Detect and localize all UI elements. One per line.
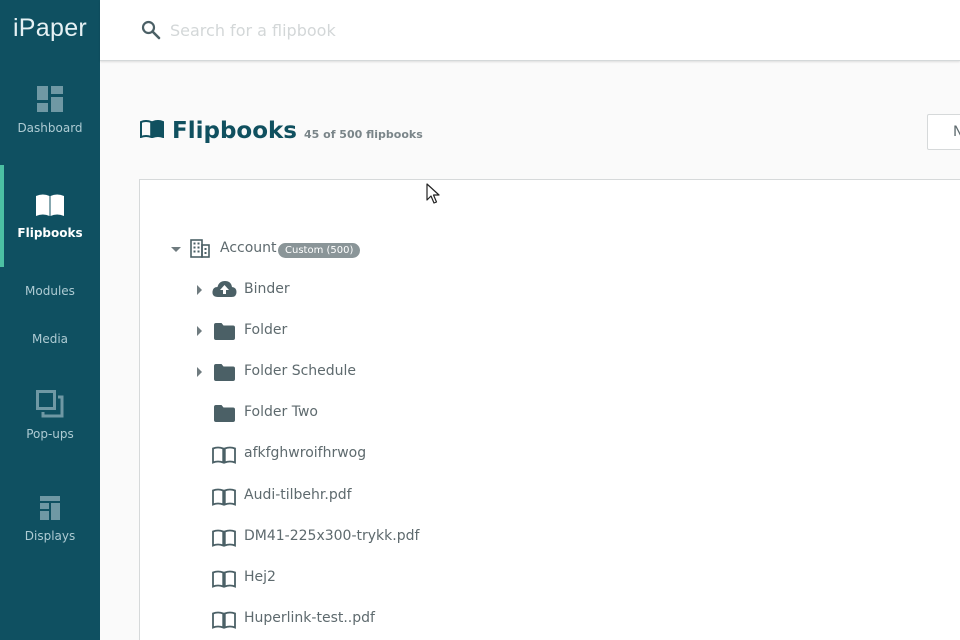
cloud-upload-icon bbox=[212, 280, 237, 302]
tree-item-folder-schedule[interactable]: Folder Schedule bbox=[195, 357, 495, 387]
tree-item-folder[interactable]: Folder bbox=[195, 316, 495, 346]
popups-icon bbox=[36, 390, 64, 421]
tree-item-label: Folder Two bbox=[244, 404, 318, 420]
tree-item-label: Folder Schedule bbox=[244, 363, 357, 379]
book-icon bbox=[212, 570, 236, 592]
sidebar-item-label: Pop-ups bbox=[26, 427, 74, 441]
sidebar-item-label: Dashboard bbox=[17, 121, 83, 135]
sidebar-item-flipbooks[interactable]: Flipbooks bbox=[0, 193, 100, 240]
tree-item-flipbook[interactable]: Audi-tilbehr.pdf bbox=[195, 481, 595, 511]
tree-item-folder-two[interactable]: Folder Two bbox=[195, 398, 495, 428]
book-icon bbox=[140, 120, 164, 142]
dashboard-icon bbox=[37, 86, 63, 115]
tree-item-label: Huperlink-test..pdf bbox=[244, 610, 375, 626]
sidebar-item-label: Flipbooks bbox=[17, 226, 83, 240]
building-icon bbox=[190, 239, 210, 262]
book-icon bbox=[34, 193, 66, 220]
sidebar-item-popups[interactable]: Pop-ups bbox=[0, 390, 100, 441]
tree-item-binder[interactable]: Binder bbox=[195, 275, 495, 305]
sidebar-item-label: Media bbox=[31, 332, 69, 346]
sidebar: iPaper Dashboard Flipbooks Modules Media bbox=[0, 0, 100, 640]
book-icon bbox=[212, 488, 236, 510]
tree-root-label: Account bbox=[220, 240, 277, 256]
tree-item-label: DM41-225x300-trykk.pdf bbox=[244, 528, 420, 544]
tree-item-label: Folder bbox=[244, 322, 288, 338]
book-icon bbox=[212, 529, 236, 551]
folder-icon bbox=[214, 405, 235, 426]
plan-badge: Custom (500) bbox=[278, 243, 361, 258]
sidebar-item-media[interactable]: Media bbox=[0, 332, 100, 346]
sidebar-item-label: Modules bbox=[25, 284, 75, 298]
sidebar-item-modules[interactable]: Modules bbox=[0, 284, 100, 298]
chevron-right-icon[interactable] bbox=[197, 367, 202, 377]
search-icon[interactable] bbox=[141, 20, 161, 44]
folder-icon bbox=[214, 364, 235, 385]
sidebar-item-label: Displays bbox=[24, 529, 76, 543]
book-icon bbox=[212, 611, 236, 633]
book-icon bbox=[212, 446, 236, 468]
tree-item-flipbook[interactable]: afkfghwroifhrwog bbox=[195, 439, 595, 469]
tree-item-label: Audi-tilbehr.pdf bbox=[244, 487, 352, 503]
top-bar bbox=[100, 0, 960, 61]
tree-root-account[interactable]: Account Custom (500) bbox=[170, 234, 470, 264]
tree-item-flipbook[interactable]: Huperlink-test..pdf bbox=[195, 604, 595, 634]
flipbook-tree-panel: Account Custom (500) Binder Folder Folde… bbox=[139, 179, 960, 640]
tree-item-flipbook[interactable]: Hej2 bbox=[195, 563, 595, 593]
tree-item-label: Binder bbox=[244, 281, 290, 297]
flipbook-count: 45 of 500 flipbooks bbox=[304, 128, 423, 141]
new-flipbook-button[interactable]: N bbox=[927, 114, 960, 150]
folder-icon bbox=[214, 323, 235, 344]
mouse-cursor-icon bbox=[426, 183, 440, 209]
search-input[interactable] bbox=[170, 14, 670, 46]
chevron-right-icon[interactable] bbox=[197, 285, 202, 295]
page-title: Flipbooks bbox=[172, 118, 297, 144]
displays-icon bbox=[40, 496, 60, 523]
tree-item-label: afkfghwroifhrwog bbox=[244, 445, 367, 461]
app-logo[interactable]: iPaper bbox=[0, 0, 100, 60]
page-header: Flipbooks 45 of 500 flipbooks bbox=[140, 118, 423, 144]
tree-item-label: Hej2 bbox=[244, 569, 276, 585]
sidebar-item-displays[interactable]: Displays bbox=[0, 496, 100, 543]
sidebar-item-dashboard[interactable]: Dashboard bbox=[0, 86, 100, 135]
chevron-down-icon[interactable] bbox=[171, 247, 181, 252]
chevron-right-icon[interactable] bbox=[197, 326, 202, 336]
tree-item-flipbook[interactable]: DM41-225x300-trykk.pdf bbox=[195, 522, 595, 552]
